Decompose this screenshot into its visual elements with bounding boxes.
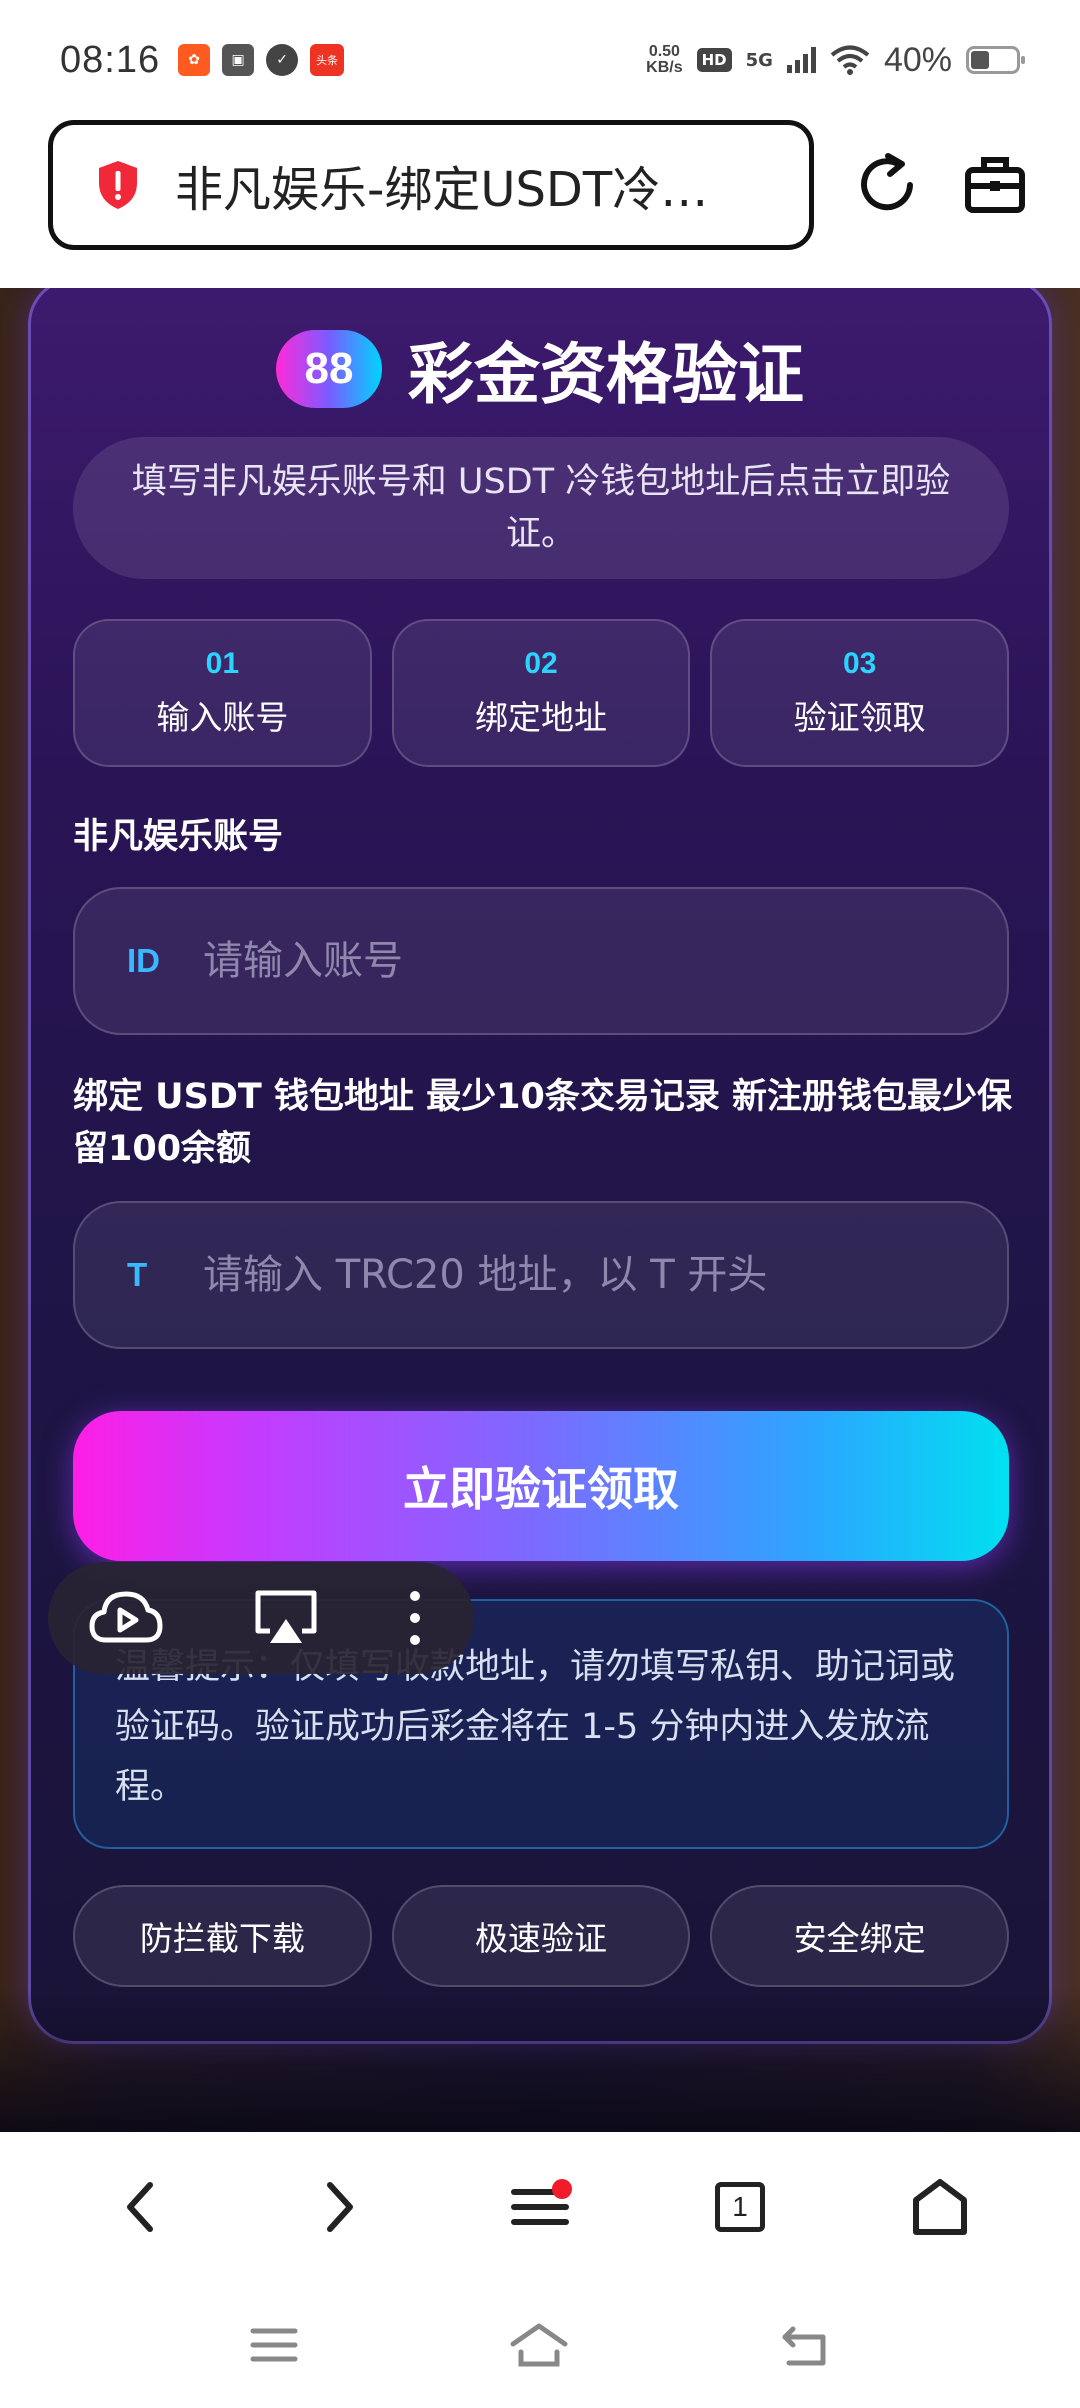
battery-icon bbox=[966, 46, 1025, 74]
title-row: 88 彩金资格验证 bbox=[31, 321, 1049, 417]
step-list: 01 输入账号 02 绑定地址 03 验证领取 bbox=[73, 619, 1010, 767]
step-label: 绑定地址 bbox=[475, 698, 607, 737]
wallet-address-input[interactable] bbox=[203, 1252, 943, 1298]
browser-bottom-nav: 1 bbox=[0, 2132, 1080, 2282]
step-label: 验证领取 bbox=[793, 698, 926, 737]
home-button[interactable] bbox=[900, 2167, 980, 2247]
account-label: 非凡娱乐账号 bbox=[73, 817, 284, 857]
shield-alert-icon[interactable] bbox=[95, 159, 141, 211]
description: 填写非凡娱乐账号和 USDT 冷钱包地址后点击立即验证。 bbox=[73, 437, 1009, 579]
status-time: 08:16 bbox=[60, 38, 161, 81]
toolbox-icon[interactable] bbox=[960, 150, 1030, 220]
system-home-icon[interactable] bbox=[509, 2322, 569, 2368]
step-3: 03 验证领取 bbox=[710, 619, 1010, 767]
step-number: 03 bbox=[842, 647, 877, 680]
network-type: 5G bbox=[745, 49, 773, 71]
wallet-app-icon: ▣ bbox=[222, 44, 255, 76]
chevron-right-icon bbox=[327, 2182, 353, 2232]
feature-anti-block-download[interactable]: 防拦截下载 bbox=[73, 1885, 372, 1987]
page-title: 彩金资格验证 bbox=[408, 336, 804, 413]
account-prefix: ID bbox=[127, 942, 160, 979]
wifi-icon bbox=[830, 45, 870, 75]
recents-icon[interactable] bbox=[249, 2325, 299, 2365]
cast-icon[interactable] bbox=[254, 1589, 318, 1647]
forward-button[interactable] bbox=[300, 2167, 380, 2247]
cloud-play-icon[interactable] bbox=[88, 1588, 164, 1648]
account-input[interactable] bbox=[203, 938, 943, 984]
logo-badge: 88 bbox=[276, 330, 382, 408]
wallet-label: 绑定 USDT 钱包地址 最少10条交易记录 新注册钱包最少保留100余额 bbox=[73, 1077, 1013, 1169]
system-nav-bar bbox=[0, 2282, 1080, 2408]
address-bar[interactable]: 非凡娱乐-绑定USDT冷… bbox=[48, 120, 814, 250]
status-bar: 08:16 ✿ ▣ ✓ 头条 0.50 KB/s HD 5G 40% bbox=[0, 0, 1080, 120]
net-speed: 0.50 KB/s bbox=[646, 43, 683, 76]
url-text[interactable]: 非凡娱乐-绑定USDT冷… bbox=[175, 150, 755, 220]
verification-card: 88 彩金资格验证 填写非凡娱乐账号和 USDT 冷钱包地址后点击立即验证。 0… bbox=[28, 288, 1052, 2044]
notification-dot bbox=[552, 2179, 572, 2199]
hd-badge: HD bbox=[696, 48, 732, 72]
shopping-app-icon: ✿ bbox=[178, 44, 211, 76]
tab-count: 1 bbox=[715, 2182, 765, 2232]
menu-button[interactable] bbox=[500, 2167, 580, 2247]
more-vertical-icon[interactable] bbox=[408, 1588, 422, 1648]
news-app-icon: 头条 bbox=[310, 44, 345, 76]
refresh-icon[interactable] bbox=[852, 150, 922, 220]
step-label: 输入账号 bbox=[156, 698, 289, 737]
account-field[interactable]: ID bbox=[73, 887, 1009, 1035]
back-button[interactable] bbox=[100, 2167, 180, 2247]
status-indicators: 0.50 KB/s HD 5G 40% bbox=[646, 40, 1025, 80]
battery-percent: 40% bbox=[883, 40, 952, 79]
feature-secure-bind[interactable]: 安全绑定 bbox=[710, 1885, 1010, 1987]
step-number: 02 bbox=[524, 647, 558, 680]
step-1: 01 输入账号 bbox=[73, 619, 372, 767]
feature-list: 防拦截下载 极速验证 安全绑定 bbox=[73, 1885, 1010, 1987]
system-back-icon[interactable] bbox=[779, 2323, 831, 2367]
tabs-button[interactable]: 1 bbox=[700, 2167, 780, 2247]
verify-claim-button[interactable]: 立即验证领取 bbox=[73, 1411, 1009, 1561]
home-icon bbox=[913, 2179, 967, 2235]
signal-icon bbox=[786, 47, 816, 73]
browser-toolbar: 非凡娱乐-绑定USDT冷… bbox=[0, 120, 1080, 288]
media-toolbar bbox=[48, 1562, 474, 1674]
web-page: 88 彩金资格验证 填写非凡娱乐账号和 USDT 冷钱包地址后点击立即验证。 0… bbox=[0, 288, 1080, 2132]
notification-icons: ✿ ▣ ✓ 头条 bbox=[178, 44, 345, 76]
check-icon: ✓ bbox=[266, 44, 299, 76]
step-number: 01 bbox=[205, 647, 240, 680]
wallet-field[interactable]: T bbox=[73, 1201, 1009, 1349]
wallet-prefix: T bbox=[127, 1256, 148, 1293]
feature-fast-verify[interactable]: 极速验证 bbox=[391, 1885, 691, 1987]
step-2: 02 绑定地址 bbox=[391, 619, 691, 767]
chevron-left-icon bbox=[127, 2182, 153, 2232]
